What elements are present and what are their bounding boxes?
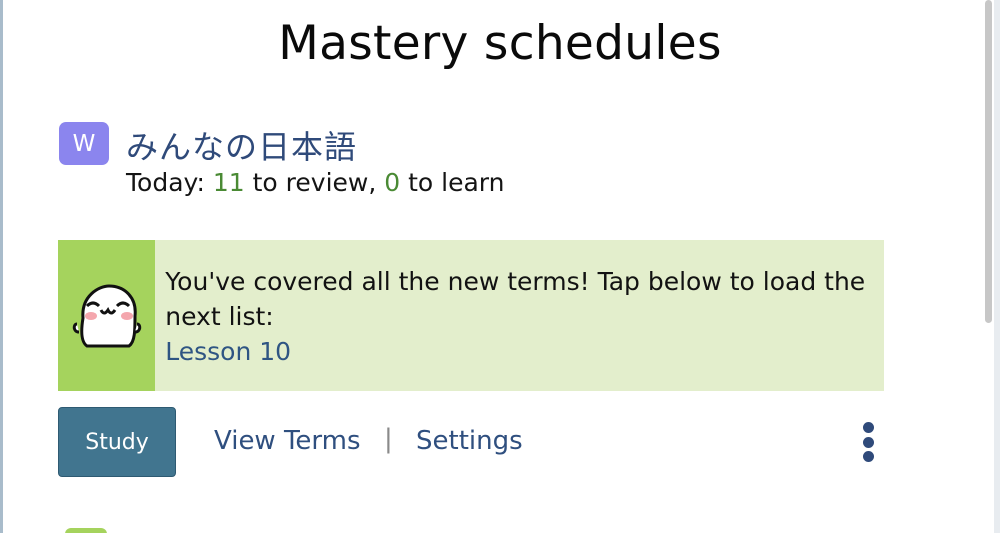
smiling-mascot-icon (72, 283, 141, 347)
next-list-link[interactable]: Lesson 10 (165, 334, 291, 369)
learn-label: to learn (408, 168, 505, 197)
notice-message: You've covered all the new terms! Tap be… (165, 267, 866, 331)
course-status: Today: 11 to review, 0 to learn (126, 168, 504, 197)
window-right-border (994, 0, 1000, 533)
learn-count: 0 (384, 168, 401, 197)
review-count: 11 (212, 168, 245, 197)
study-button[interactable]: Study (58, 407, 176, 477)
more-vertical-icon[interactable] (858, 422, 878, 462)
course-icon-letter: W (72, 130, 96, 157)
mascot-panel (58, 240, 156, 391)
menu-dot (862, 422, 874, 433)
completion-notice: You've covered all the new terms! Tap be… (58, 240, 884, 391)
course-title[interactable]: みんなの日本語 (126, 122, 357, 168)
page-title: Mastery schedules (278, 16, 722, 71)
window-left-border (0, 0, 3, 533)
next-course-icon (65, 528, 107, 533)
settings-link[interactable]: Settings (416, 426, 523, 456)
course-icon: W (59, 122, 109, 165)
review-label: to review, (252, 168, 377, 197)
menu-dot (862, 436, 874, 448)
link-separator: | (384, 424, 393, 454)
status-prefix: Today: (126, 168, 205, 197)
menu-dot (862, 451, 874, 462)
notice-text: You've covered all the new terms! Tap be… (155, 240, 884, 391)
view-terms-link[interactable]: View Terms (214, 426, 361, 456)
